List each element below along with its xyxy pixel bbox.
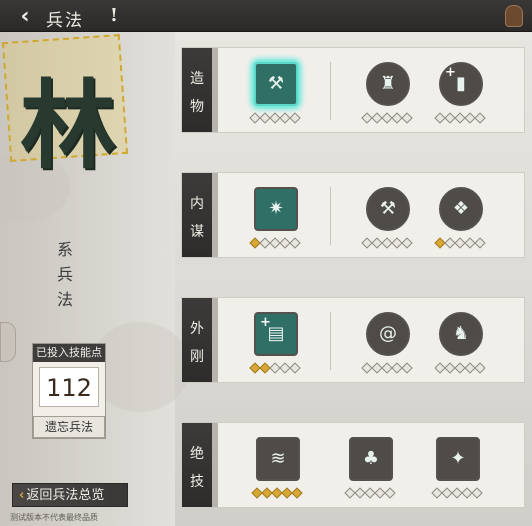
level-pip: [289, 112, 301, 124]
plus-icon: +: [445, 65, 456, 80]
skill-level-pips: [249, 237, 301, 249]
skill-row: 外刚 ▤ + @ ♞: [181, 297, 525, 383]
scarecrow-icon[interactable]: ♜: [366, 62, 410, 106]
level-pip: [401, 362, 413, 374]
level-pip: [289, 362, 301, 374]
skill-glyph: ❖: [452, 198, 470, 219]
row-label-char: 技: [190, 474, 204, 490]
top-bar: ‹ 兵法 !: [0, 0, 532, 32]
row-label: 造物: [182, 48, 218, 132]
skill-glyph: ♞: [452, 323, 470, 344]
row-label-char: 物: [190, 99, 204, 115]
skill-glyph: ♜: [379, 73, 397, 94]
row-label-char: 谋: [190, 224, 204, 240]
row-label-char: 绝: [190, 446, 204, 462]
skill-row: 内谋 ✷ ⚒ ❖: [181, 172, 525, 258]
row-label-bar: [212, 173, 218, 257]
row-label: 外刚: [182, 298, 218, 382]
level-pip: [474, 237, 486, 249]
return-overview-button[interactable]: ‹ 返回兵法总览: [12, 483, 128, 507]
row-label-char: 内: [190, 196, 204, 212]
skill-level-pips: [361, 237, 413, 249]
skill-level-pips: [361, 362, 413, 374]
pouch-icon[interactable]: [505, 5, 523, 27]
skill-points-value: 112: [39, 367, 99, 407]
row-divider: [330, 62, 331, 120]
row-label-bar: [212, 298, 218, 382]
row-divider: [330, 187, 331, 245]
skill-level-pips: [361, 112, 413, 124]
back-arrow-icon[interactable]: ‹: [8, 4, 42, 29]
skill-glyph: ✦: [450, 448, 466, 469]
level-pip: [291, 487, 303, 499]
row-label-char: 造: [190, 71, 204, 87]
skill-level-pips: [431, 487, 483, 499]
row-label-char: 刚: [190, 349, 204, 365]
chevron-left-icon: ‹: [19, 488, 25, 503]
row-label-char: 外: [190, 321, 204, 337]
warriors-icon[interactable]: ♞: [439, 312, 483, 356]
row-label-bar: [212, 423, 218, 507]
row-label: 绝技: [182, 423, 218, 507]
swirl-star-icon[interactable]: ✷: [254, 187, 298, 231]
school-suffix-char: 兵: [56, 265, 73, 284]
school-suffix-char: 法: [56, 290, 73, 309]
skill-row: 绝技 ≋ ♣ ✦: [181, 422, 525, 508]
skill-level-pips: [434, 112, 486, 124]
school-suffix-char: 系: [56, 240, 73, 259]
skill-glyph: ⚒: [267, 73, 285, 94]
plus-scroll-icon[interactable]: ▤ +: [254, 312, 298, 356]
build-footnote: 测试版本不代表最终品质: [10, 513, 98, 522]
level-pip: [401, 112, 413, 124]
plus-icon: +: [260, 315, 271, 330]
row-label-bar: [212, 48, 218, 132]
skill-glyph: @: [379, 323, 397, 344]
level-pip: [289, 237, 301, 249]
skill-glyph: ✷: [268, 198, 284, 219]
level-pip: [474, 112, 486, 124]
skill-level-pips: [434, 362, 486, 374]
level-pip: [474, 362, 486, 374]
page-title: 兵法: [46, 11, 84, 31]
level-pip: [471, 487, 483, 499]
side-tab-handle[interactable]: [0, 322, 16, 362]
skill-points-label: 已投入技能点: [33, 344, 105, 362]
row-label: 内谋: [182, 173, 218, 257]
skill-level-pips: [251, 487, 303, 499]
level-pip: [401, 237, 413, 249]
row-divider: [330, 312, 331, 370]
plus-tablet-icon[interactable]: ▮ +: [439, 62, 483, 106]
forget-skills-button[interactable]: 遗忘兵法: [33, 416, 105, 438]
warrior-leap-icon[interactable]: ✦: [436, 437, 480, 481]
return-overview-label: 返回兵法总览: [26, 488, 105, 503]
forest-icon[interactable]: ♣: [349, 437, 393, 481]
school-name: 林: [20, 69, 116, 182]
skill-glyph: ≋: [270, 448, 286, 469]
hammer-icon[interactable]: ⚒: [366, 187, 410, 231]
wave-horse-icon[interactable]: ≋: [256, 437, 300, 481]
whirlwind-icon[interactable]: @: [366, 312, 410, 356]
skill-row: 造物 ⚒ ♜ ▮ +: [181, 47, 525, 133]
skill-glyph: ♣: [362, 448, 380, 469]
craft-tool-icon[interactable]: ⚒: [254, 62, 298, 106]
stamp-icon[interactable]: ❖: [439, 187, 483, 231]
exclamation-icon[interactable]: !: [105, 5, 123, 27]
skill-glyph: ⚒: [379, 198, 397, 219]
skill-level-pips: [434, 237, 486, 249]
skill-level-pips: [344, 487, 396, 499]
skill-level-pips: [249, 112, 301, 124]
skill-level-pips: [249, 362, 301, 374]
skill-points-box: 已投入技能点 112 遗忘兵法: [32, 343, 106, 439]
level-pip: [384, 487, 396, 499]
